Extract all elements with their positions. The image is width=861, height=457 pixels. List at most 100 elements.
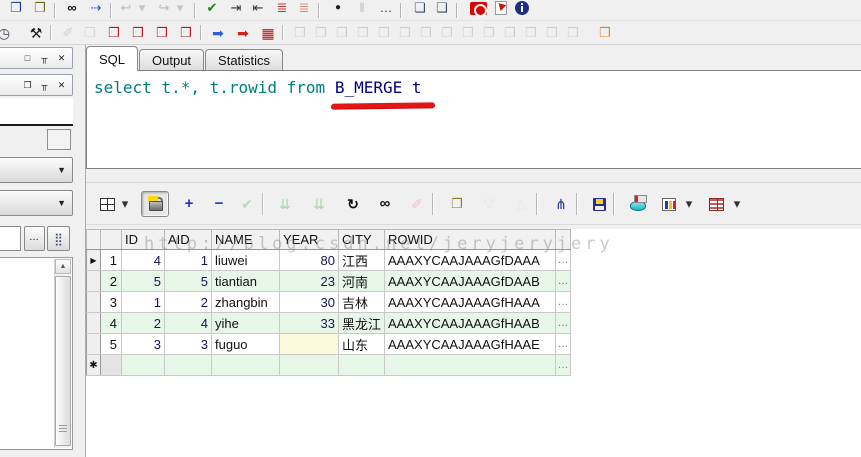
- cell-rowid[interactable]: AAAXYCAAJAAAGfHAAE: [385, 334, 556, 355]
- pdf-icon[interactable]: [495, 1, 507, 15]
- folder-key-icon[interactable]: ❒: [597, 25, 613, 41]
- cell-aid[interactable]: [165, 355, 212, 376]
- add-record-icon[interactable]: +: [181, 196, 197, 212]
- cell-year[interactable]: [280, 334, 339, 355]
- cell-year[interactable]: 33: [280, 313, 339, 334]
- window-organizer-icon[interactable]: ❏: [434, 0, 450, 16]
- cell-name[interactable]: liuwei: [212, 250, 280, 271]
- chart-icon[interactable]: [662, 198, 676, 211]
- row-selector[interactable]: [87, 313, 101, 334]
- cell-year[interactable]: 30: [280, 292, 339, 313]
- browse-input[interactable]: [0, 226, 21, 251]
- cell-aid[interactable]: 3: [165, 334, 212, 355]
- refresh-icon[interactable]: ↻: [345, 196, 361, 212]
- column-header-id[interactable]: ID: [122, 230, 165, 250]
- copy-icon[interactable]: ❐: [8, 0, 24, 16]
- document-icon-button[interactable]: ⣿: [47, 226, 70, 251]
- row-number-cell[interactable]: 5: [101, 334, 122, 355]
- execute-icon[interactable]: ➡: [210, 25, 226, 41]
- row-number-cell[interactable]: [101, 355, 122, 376]
- cell-city[interactable]: [339, 355, 385, 376]
- syntax-check-icon[interactable]: ✔: [204, 0, 220, 16]
- restore-icon[interactable]: □: [21, 52, 34, 65]
- browse-ellipsis-button[interactable]: …: [24, 226, 45, 251]
- master-detail-icon[interactable]: ⋔: [553, 196, 569, 212]
- pin-icon[interactable]: ╥: [38, 52, 51, 65]
- debug-book-icon[interactable]: ❒: [106, 25, 122, 41]
- chart-caret-icon[interactable]: ▾: [681, 196, 697, 212]
- tab-sql[interactable]: SQL: [86, 46, 138, 71]
- window-list-icon[interactable]: ❏: [412, 0, 428, 16]
- cell-expand-button[interactable]: …: [556, 313, 571, 334]
- lock-record-icon-button[interactable]: [141, 191, 169, 217]
- cell-year[interactable]: 80: [280, 250, 339, 271]
- find-icon[interactable]: ∞: [64, 0, 80, 16]
- grid-layout-caret-icon[interactable]: ▾: [117, 196, 133, 212]
- grid-layout-icon[interactable]: [100, 198, 115, 211]
- cell-aid[interactable]: 1: [165, 250, 212, 271]
- column-header-rowid[interactable]: ROWID: [385, 230, 556, 250]
- cell-id[interactable]: 4: [122, 250, 165, 271]
- cell-expand-button[interactable]: …: [556, 250, 571, 271]
- uncomment-lines-icon[interactable]: ≣: [296, 0, 312, 16]
- vertical-scrollbar[interactable]: ▲: [54, 259, 71, 448]
- close-icon[interactable]: ✕: [55, 52, 68, 65]
- cell-id[interactable]: 1: [122, 292, 165, 313]
- close-icon[interactable]: ✕: [55, 79, 68, 92]
- row-number-cell[interactable]: 1: [101, 250, 122, 271]
- cell-rowid[interactable]: [385, 355, 556, 376]
- column-header-name[interactable]: NAME: [212, 230, 280, 250]
- tab-statistics[interactable]: Statistics: [205, 49, 283, 70]
- row-selector[interactable]: [87, 271, 101, 292]
- configure-tools-icon[interactable]: ⚒: [28, 25, 44, 41]
- copy-book-icon[interactable]: ❒: [154, 25, 170, 41]
- toolbox-icon[interactable]: ▦: [260, 25, 276, 41]
- cell-city[interactable]: 山东: [339, 334, 385, 355]
- column-header-aid[interactable]: AID: [165, 230, 212, 250]
- filter-dropdown[interactable]: ▼: [0, 190, 73, 216]
- row-number-cell[interactable]: 2: [101, 271, 122, 292]
- report-icon[interactable]: [709, 198, 724, 211]
- cell-aid[interactable]: 2: [165, 292, 212, 313]
- paste-icon[interactable]: ❐: [32, 0, 48, 16]
- indent-icon[interactable]: ⇥: [228, 0, 244, 16]
- new-row-marker[interactable]: ✱: [87, 355, 101, 376]
- row-number-cell[interactable]: 3: [101, 292, 122, 313]
- cell-rowid[interactable]: AAAXYCAAJAAAGfHAAA: [385, 292, 556, 313]
- connection-dropdown[interactable]: ▼: [0, 157, 73, 183]
- cell-year[interactable]: [280, 355, 339, 376]
- cell-id[interactable]: 5: [122, 271, 165, 292]
- about-icon[interactable]: [515, 1, 529, 15]
- export-data-icon[interactable]: [630, 201, 646, 211]
- report-caret-icon[interactable]: ▾: [729, 196, 745, 212]
- column-header-year[interactable]: YEAR: [280, 230, 339, 250]
- cell-expand-button[interactable]: …: [556, 271, 571, 292]
- row-selector[interactable]: [87, 292, 101, 313]
- scrollbar-thumb[interactable]: [55, 276, 71, 446]
- config-book-icon[interactable]: ❒: [178, 25, 194, 41]
- column-header-city[interactable]: CITY: [339, 230, 385, 250]
- save-results-icon[interactable]: [593, 198, 606, 211]
- cell-rowid[interactable]: AAAXYCAAJAAAGfDAAA: [385, 250, 556, 271]
- break-execution-icon[interactable]: ➡: [235, 25, 251, 41]
- cell-name[interactable]: fuguo: [212, 334, 280, 355]
- run-to-cursor-icon[interactable]: …: [378, 0, 394, 16]
- cell-expand-button[interactable]: …: [556, 292, 571, 313]
- scroll-up-button[interactable]: ▲: [55, 259, 71, 274]
- cell-expand-button[interactable]: …: [556, 355, 571, 376]
- cell-id[interactable]: 2: [122, 313, 165, 334]
- tab-output[interactable]: Output: [139, 49, 204, 70]
- row-number-cell[interactable]: 4: [101, 313, 122, 334]
- cell-year[interactable]: 23: [280, 271, 339, 292]
- delete-record-icon[interactable]: −: [211, 196, 227, 212]
- cascade-icon[interactable]: ❐: [21, 79, 34, 92]
- row-selector[interactable]: [87, 334, 101, 355]
- cell-id[interactable]: [122, 355, 165, 376]
- cell-rowid[interactable]: AAAXYCAAJAAAGfHAAB: [385, 313, 556, 334]
- cell-id[interactable]: 3: [122, 334, 165, 355]
- oracle-home-icon[interactable]: [470, 2, 487, 15]
- copy-to-clipboard-icon[interactable]: ❐: [449, 196, 465, 212]
- cell-name[interactable]: zhangbin: [212, 292, 280, 313]
- cell-city[interactable]: 河南: [339, 271, 385, 292]
- goto-line-icon[interactable]: ⇢: [88, 0, 104, 16]
